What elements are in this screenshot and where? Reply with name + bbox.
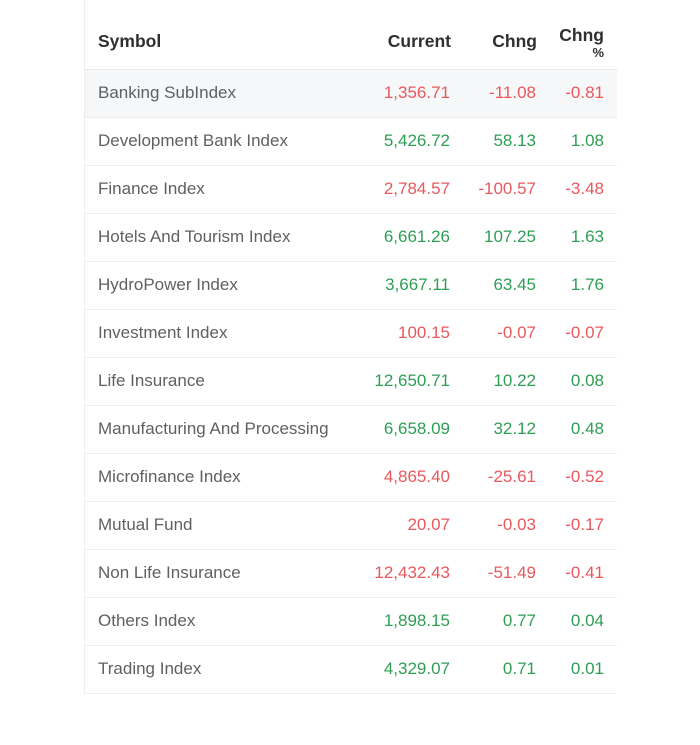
- cell-current: 20.07: [341, 501, 451, 550]
- cell-chng: -100.57: [451, 165, 537, 214]
- cell-symbol: Life Insurance: [85, 357, 341, 406]
- cell-symbol: Hotels And Tourism Index: [85, 213, 341, 262]
- cell-chng: 0.77: [451, 597, 537, 646]
- column-header-chng-percent[interactable]: Chng%: [537, 0, 617, 70]
- cell-chng-percent: -0.17: [537, 501, 617, 550]
- table-row[interactable]: Investment Index 100.15 -0.07 -0.07: [85, 309, 617, 358]
- table-row[interactable]: Hotels And Tourism Index 6,661.26 107.25 1.…: [85, 213, 617, 262]
- cell-chng: 63.45: [451, 261, 537, 310]
- cell-chng: -0.03: [451, 501, 537, 550]
- cell-chng-percent: -0.52: [537, 453, 617, 502]
- cell-current: 6,661.26: [341, 213, 451, 262]
- cell-symbol: Non Life Insurance: [85, 549, 341, 598]
- cell-current: 2,784.57: [341, 165, 451, 214]
- cell-current: 12,432.43: [341, 549, 451, 598]
- cell-chng-percent: 1.76: [537, 261, 617, 310]
- cell-symbol: Manufacturing And Processing: [85, 405, 341, 454]
- cell-chng-percent: 0.04: [537, 597, 617, 646]
- table-row[interactable]: Non Life Insurance 12,432.43 -51.49 -0.41: [85, 549, 617, 598]
- table-row[interactable]: Finance Index 2,784.57 -100.57 -3.48: [85, 165, 617, 214]
- cell-chng: -0.07: [451, 309, 537, 358]
- sector-index-table: Symbol Current Chng Chng% Banking SubInd…: [85, 0, 617, 693]
- column-header-chng-percent-label: Chng: [559, 25, 604, 46]
- table-row[interactable]: Life Insurance 12,650.71 10.22 0.08: [85, 357, 617, 406]
- cell-chng-percent: 1.08: [537, 117, 617, 166]
- cell-symbol: Others Index: [85, 597, 341, 646]
- cell-chng: 0.71: [502, 658, 536, 678]
- column-header-chng[interactable]: Chng: [451, 0, 537, 70]
- table-row[interactable]: Development Bank Index 5,426.72 58.13 1.08: [85, 117, 617, 166]
- cell-chng: -11.08: [451, 69, 537, 118]
- table-header-row: Symbol Current Chng Chng%: [85, 0, 617, 70]
- cell-chng: 10.22: [451, 357, 537, 406]
- column-header-symbol[interactable]: Symbol: [85, 0, 341, 70]
- cell-current: 100.15: [341, 309, 451, 358]
- cell-current: 4,329.07: [383, 658, 450, 678]
- column-header-current[interactable]: Current: [341, 0, 451, 70]
- cell-current: 12,650.71: [341, 357, 451, 406]
- table-row[interactable]: Banking SubIndex 1,356.71 -11.08 -0.81: [85, 69, 617, 118]
- cell-symbol: Banking SubIndex: [85, 69, 341, 118]
- cell-current: 3,667.11: [341, 261, 451, 310]
- cell-chng-percent: 1.63: [537, 213, 617, 262]
- table-row[interactable]: Others Index 1,898.15 0.77 0.04: [85, 597, 617, 646]
- cell-chng: -51.49: [451, 549, 537, 598]
- cell-chng: 58.13: [451, 117, 537, 166]
- cell-chng: 32.12: [451, 405, 537, 454]
- table-row[interactable]: Microfinance Index 4,865.40 -25.61 -0.52: [85, 453, 617, 502]
- table-row[interactable]: HydroPower Index 3,667.11 63.45 1.76: [85, 261, 617, 310]
- cell-chng-percent: 0.48: [537, 405, 617, 454]
- cell-chng-percent: 0.01: [570, 658, 604, 678]
- cell-symbol: Investment Index: [85, 309, 341, 358]
- cell-symbol: Development Bank Index: [85, 117, 341, 166]
- cell-symbol: Mutual Fund: [85, 501, 341, 550]
- cell-chng-percent: -0.41: [537, 549, 617, 598]
- cell-symbol: Trading Index: [98, 658, 202, 678]
- cell-chng-percent: -0.07: [537, 309, 617, 358]
- cell-current: 1,356.71: [341, 69, 451, 118]
- cell-current: 1,898.15: [341, 597, 451, 646]
- table-row[interactable]: Mutual Fund 20.07 -0.03 -0.17: [85, 501, 617, 550]
- cell-symbol: Microfinance Index: [85, 453, 341, 502]
- cell-chng-percent: -3.48: [537, 165, 617, 214]
- cell-symbol: HydroPower Index: [85, 261, 341, 310]
- table-row[interactable]: Manufacturing And Processing 6,658.09 32.1…: [85, 405, 617, 454]
- sector-index-table-card: Symbol Current Chng Chng% Banking SubInd…: [84, 0, 617, 694]
- table-body: Banking SubIndex 1,356.71 -11.08 -0.81 Devel…: [85, 69, 617, 693]
- table-row[interactable]: Trading Index 4,329.07 0.71 0.01: [85, 645, 617, 693]
- cell-current: 5,426.72: [341, 117, 451, 166]
- cell-chng: 107.25: [451, 213, 537, 262]
- table-header: Symbol Current Chng Chng%: [85, 0, 617, 70]
- cell-current: 6,658.09: [341, 405, 451, 454]
- cell-chng: -25.61: [451, 453, 537, 502]
- column-header-chng-percent-symbol: %: [592, 44, 604, 60]
- cell-chng-percent: -0.81: [537, 69, 617, 118]
- cell-current: 4,865.40: [341, 453, 451, 502]
- page-root: Symbol Current Chng Chng% Banking SubInd…: [0, 0, 700, 745]
- cell-symbol: Finance Index: [85, 165, 341, 214]
- cell-chng-percent: 0.08: [537, 357, 617, 406]
